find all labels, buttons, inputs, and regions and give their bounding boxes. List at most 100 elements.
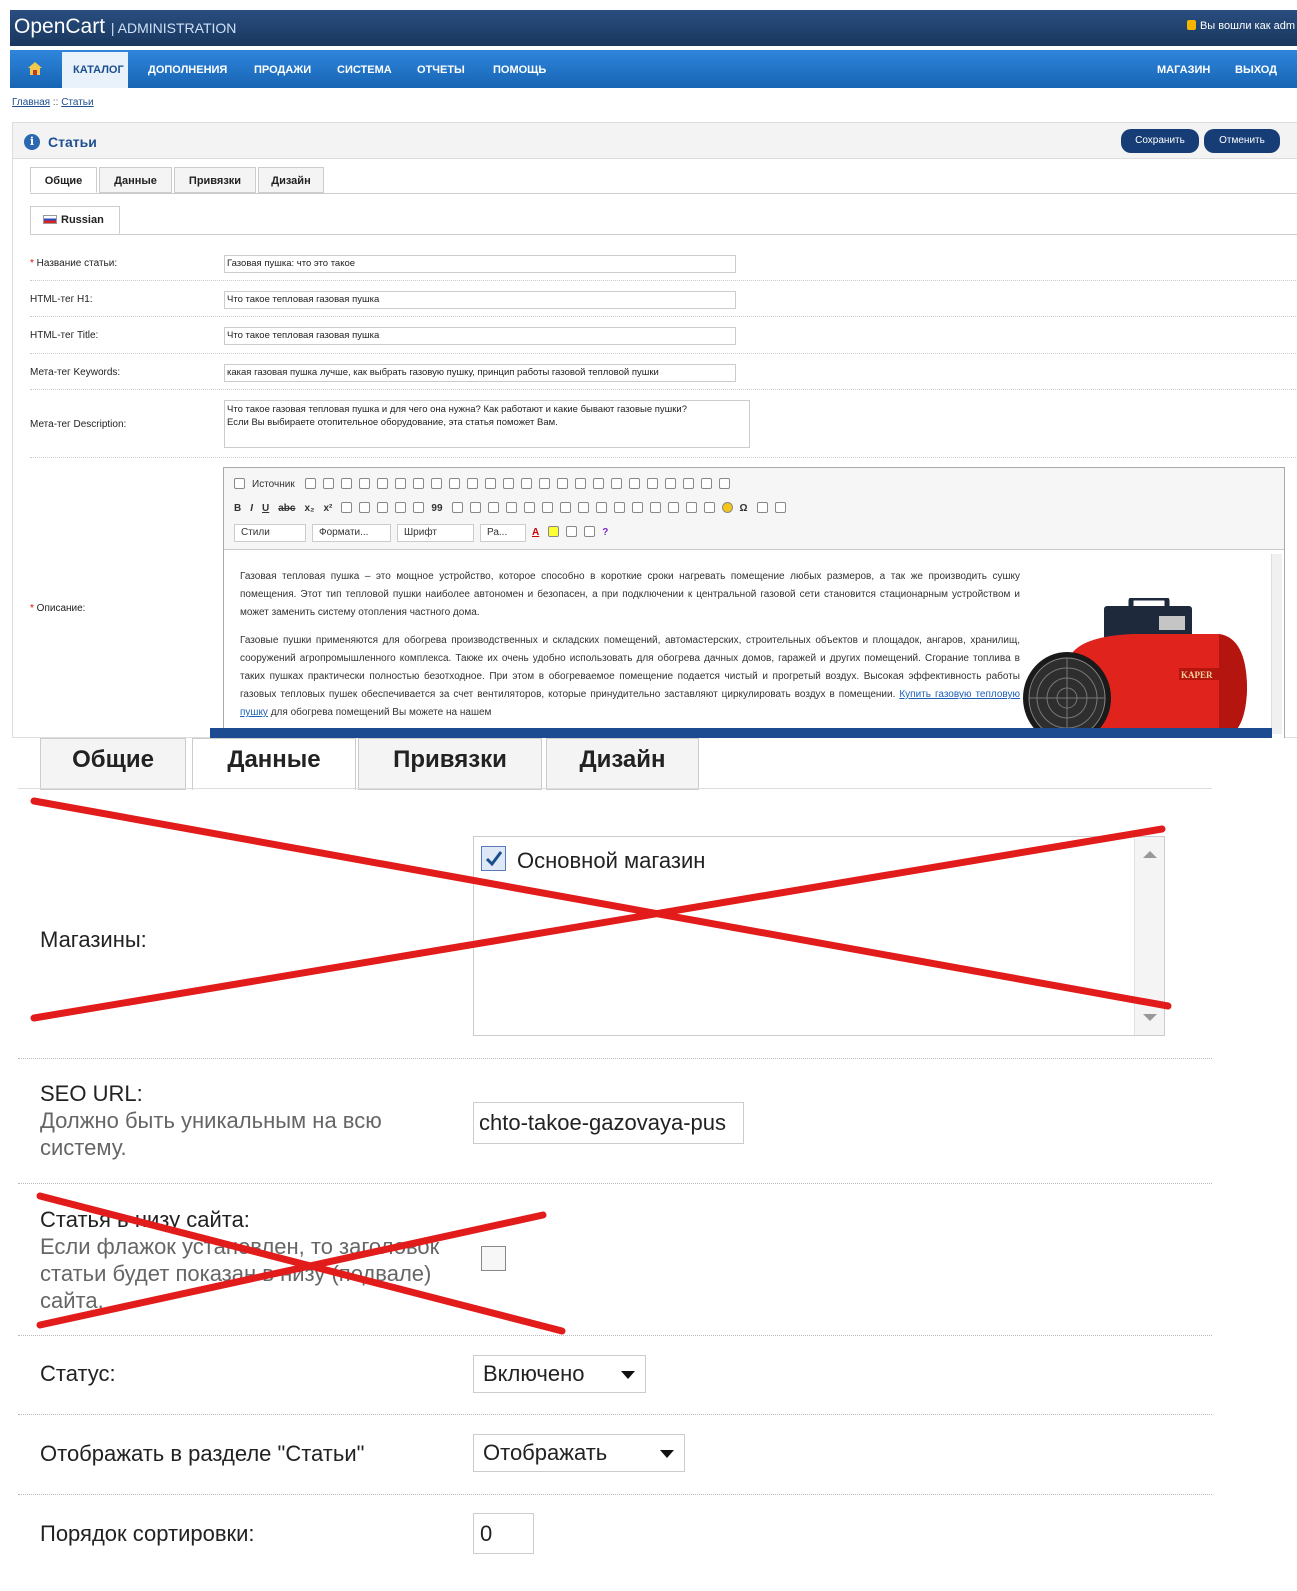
image-icon[interactable] [649,502,661,513]
italic-icon[interactable]: I [250,503,253,514]
styles-select[interactable]: Стили [234,524,306,542]
special-char-icon[interactable]: Ω [740,503,748,514]
admin-header: OpenCart | ADMINISTRATION Вы вошли как a… [10,10,1297,46]
paste-word-icon[interactable] [467,478,479,489]
save-button[interactable]: Сохранить [1121,129,1199,153]
breadcrumb-current[interactable]: Статьи [61,97,93,108]
show-blocks-icon[interactable] [584,526,596,537]
source-button[interactable]: Источник [252,479,295,490]
editor-bottom-bar [210,728,1272,738]
div-icon[interactable] [451,502,463,513]
menu-logout[interactable]: ВЫХОД [1235,64,1277,76]
tab-general[interactable]: Общие [30,167,97,193]
outdent-icon[interactable] [395,502,407,513]
copy-icon[interactable] [413,478,425,489]
anchor-icon[interactable] [631,502,643,513]
menu-store[interactable]: МАГАЗИН [1157,64,1210,76]
main-menu: КАТАЛОГ ДОПОЛНЕНИЯ ПРОДАЖИ СИСТЕМА ОТЧЕТ… [10,50,1297,88]
title-input[interactable]: Что такое тепловая газовая пушка [224,327,736,345]
paste-icon[interactable] [431,478,443,489]
indent-icon[interactable] [413,502,425,513]
name-input[interactable]: Газовая пушка: что это такое [224,255,736,273]
menu-extensions[interactable]: ДОПОЛНЕНИЯ [148,64,227,76]
redo-icon[interactable] [503,478,515,489]
h1-input[interactable]: Что такое тепловая газовая пушка [224,291,736,309]
flash-icon[interactable] [667,502,679,513]
textarea-icon[interactable] [665,478,677,489]
tab-links[interactable]: Привязки [174,167,256,193]
tab-design[interactable]: Дизайн [258,167,324,193]
maximize-icon[interactable] [566,526,578,537]
home-icon[interactable] [28,62,42,75]
logo[interactable]: OpenCart | ADMINISTRATION [14,15,236,39]
keywords-input[interactable]: какая газовая пушка лучше, как выбрать г… [224,364,736,382]
blockquote-icon[interactable]: 99 [431,503,442,514]
cancel-button[interactable]: Отменить [1204,129,1280,153]
rtl-icon[interactable] [559,502,571,513]
button-icon[interactable] [701,478,713,489]
numbered-list-icon[interactable] [359,502,371,513]
radio-icon[interactable] [629,478,641,489]
align-right-icon[interactable] [505,502,517,513]
editor-content[interactable]: Газовая тепловая пушка – это мощное устр… [240,568,1020,732]
page-break-icon[interactable] [756,502,768,513]
subscript-icon[interactable]: x₂ [304,503,314,514]
underline-icon[interactable]: U [262,503,269,514]
find-icon[interactable] [521,478,533,489]
checkbox-icon[interactable] [611,478,623,489]
remove-format-icon[interactable] [341,502,353,513]
text-color-icon[interactable]: A [532,527,539,538]
breadcrumb-home[interactable]: Главная [12,97,50,108]
language-tab-russian[interactable]: Russian [30,206,120,234]
replace-icon[interactable] [539,478,551,489]
breadcrumb: Главная :: Статьи [12,97,94,108]
strike-icon[interactable]: abc [278,503,295,514]
format-select[interactable]: Формати... [312,524,391,542]
menu-sales[interactable]: ПРОДАЖИ [254,64,311,76]
source-icon[interactable] [234,478,245,489]
form-icon[interactable] [593,478,605,489]
select-all-icon[interactable] [557,478,569,489]
undo-icon[interactable] [485,478,497,489]
select-icon[interactable] [683,478,695,489]
bulleted-list-icon[interactable] [377,502,389,513]
justify-icon[interactable] [523,502,535,513]
description-textarea[interactable]: Что такое газовая тепловая пушка и для ч… [224,400,750,448]
bold-icon[interactable]: B [234,503,241,514]
cut-icon[interactable] [395,478,407,489]
hidden-field-icon[interactable] [719,478,731,489]
menu-system[interactable]: СИСТЕМА [337,64,392,76]
menu-reports[interactable]: ОТЧЕТЫ [417,64,465,76]
superscript-icon[interactable]: x² [324,503,333,514]
about-icon[interactable]: ? [602,527,608,538]
editor-scrollbar[interactable] [1271,554,1282,734]
align-left-icon[interactable] [469,502,481,513]
menu-catalog[interactable]: КАТАЛОГ [73,64,124,76]
textfield-icon[interactable] [647,478,659,489]
admin-screenshot: OpenCart | ADMINISTRATION Вы вошли как a… [0,0,1297,738]
templates-icon[interactable] [377,478,389,489]
smiley-icon[interactable] [721,502,733,513]
language-icon[interactable] [577,502,589,513]
spellcheck-icon[interactable] [575,478,587,489]
save-icon[interactable] [305,478,317,489]
cross-stroke [30,797,1172,1010]
menu-help[interactable]: ПОМОЩЬ [493,64,546,76]
preview-icon[interactable] [341,478,353,489]
row-keywords: Мета-тег Keywords: какая газовая пушка л… [30,354,1297,390]
rich-text-editor[interactable]: Источник B I Uabc x₂ x² 99 Ω Стили Формати... Шр… [223,467,1285,738]
print-icon[interactable] [359,478,371,489]
tab-data[interactable]: Данные [99,167,172,193]
size-select[interactable]: Ра... [480,524,526,542]
unlink-icon[interactable] [613,502,625,513]
font-select[interactable]: Шрифт [397,524,474,542]
link-icon[interactable] [595,502,607,513]
iframe-icon[interactable] [774,502,786,513]
horizontal-rule-icon[interactable] [703,502,715,513]
align-center-icon[interactable] [487,502,499,513]
paste-text-icon[interactable] [449,478,461,489]
new-page-icon[interactable] [323,478,335,489]
ltr-icon[interactable] [541,502,553,513]
table-icon[interactable] [685,502,697,513]
bg-color-icon[interactable] [548,526,560,537]
